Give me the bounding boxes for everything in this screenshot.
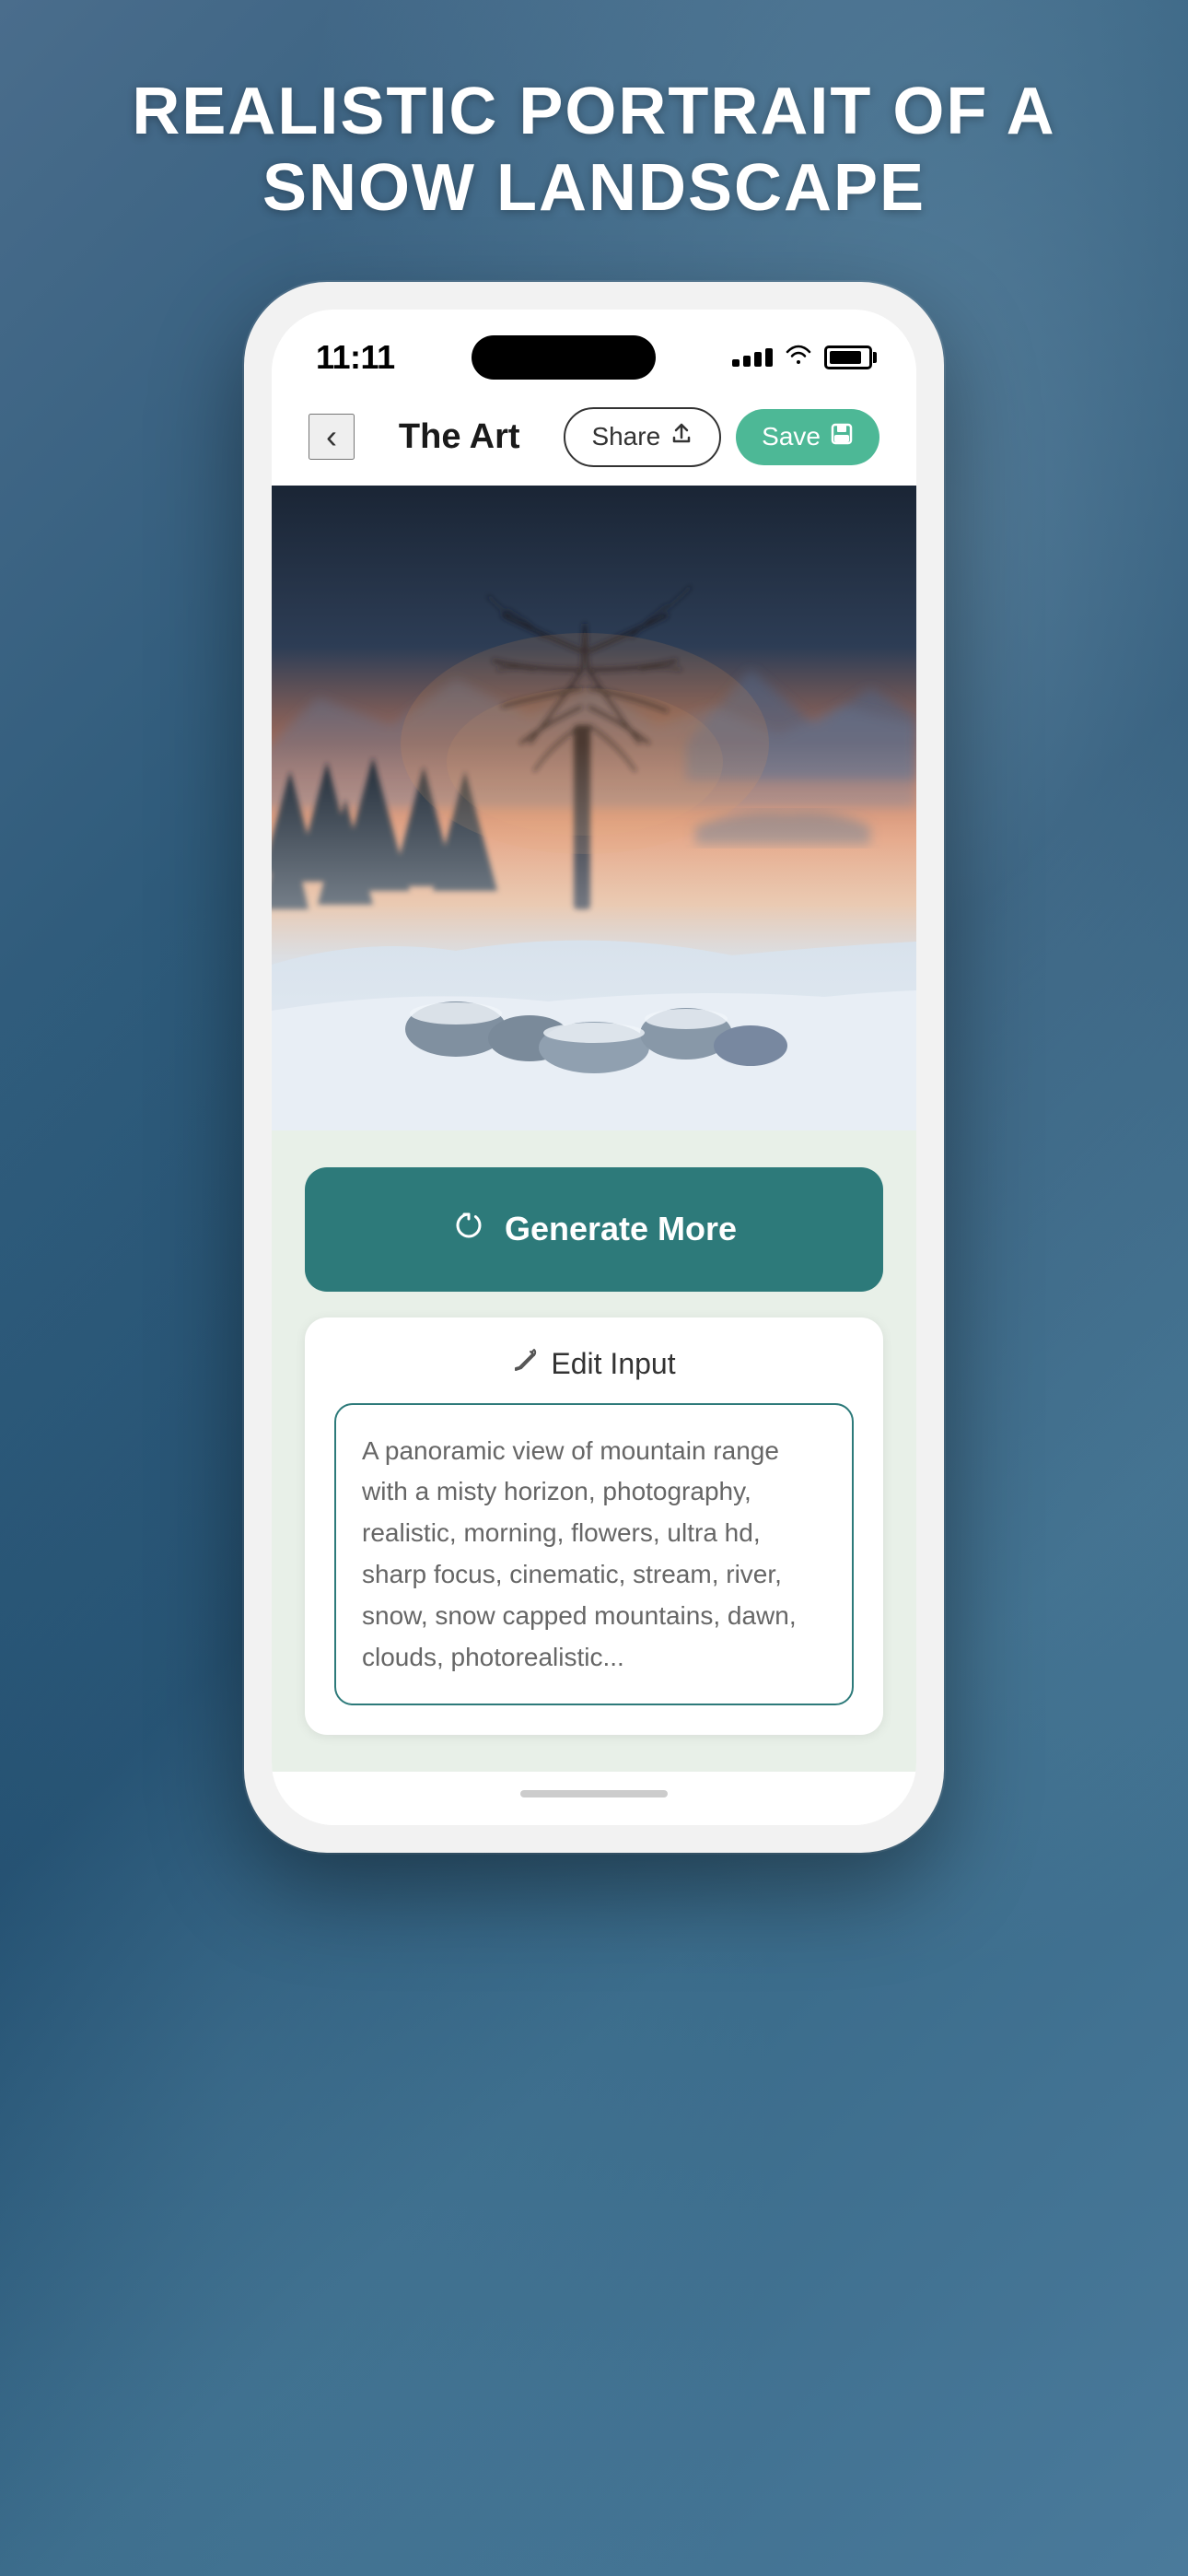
share-icon	[670, 422, 693, 452]
generate-more-label: Generate More	[505, 1210, 737, 1248]
page-title: REALISTIC PORTRAIT OF A SNOW LANDSCAPE	[0, 74, 1188, 227]
back-button[interactable]: ‹	[309, 414, 355, 460]
status-time: 11:11	[316, 338, 395, 377]
pencil-icon	[512, 1348, 538, 1380]
content-area: Generate More Edit Input A panoramic vie…	[272, 1130, 916, 1773]
home-indicator	[272, 1772, 916, 1825]
nav-title: The Art	[399, 417, 520, 457]
status-bar: 11:11	[272, 310, 916, 389]
share-button[interactable]: Share	[564, 407, 721, 467]
edit-input-header: Edit Input	[334, 1347, 854, 1381]
prompt-input[interactable]: A panoramic view of mountain range with …	[334, 1403, 854, 1706]
back-arrow-icon: ‹	[326, 417, 337, 456]
home-bar	[520, 1790, 668, 1797]
edit-input-label: Edit Input	[551, 1347, 675, 1381]
generate-more-button[interactable]: Generate More	[305, 1167, 883, 1292]
dynamic-island	[472, 335, 656, 380]
wifi-icon	[784, 343, 813, 372]
save-button[interactable]: Save	[736, 409, 879, 465]
nav-bar: ‹ The Art Share Save	[272, 389, 916, 486]
generated-image	[272, 486, 916, 1130]
status-icons	[732, 343, 872, 372]
save-icon	[830, 422, 854, 452]
save-button-label: Save	[762, 422, 821, 451]
signal-icon	[732, 348, 773, 367]
share-button-label: Share	[591, 422, 660, 451]
edit-input-card: Edit Input A panoramic view of mountain …	[305, 1317, 883, 1736]
refresh-icon	[451, 1208, 486, 1251]
battery-icon	[824, 345, 872, 369]
phone-screen: 11:11	[272, 310, 916, 1826]
prompt-text: A panoramic view of mountain range with …	[362, 1431, 826, 1679]
phone-frame: 11:11	[244, 282, 944, 1854]
nav-actions: Share Save	[564, 407, 879, 467]
